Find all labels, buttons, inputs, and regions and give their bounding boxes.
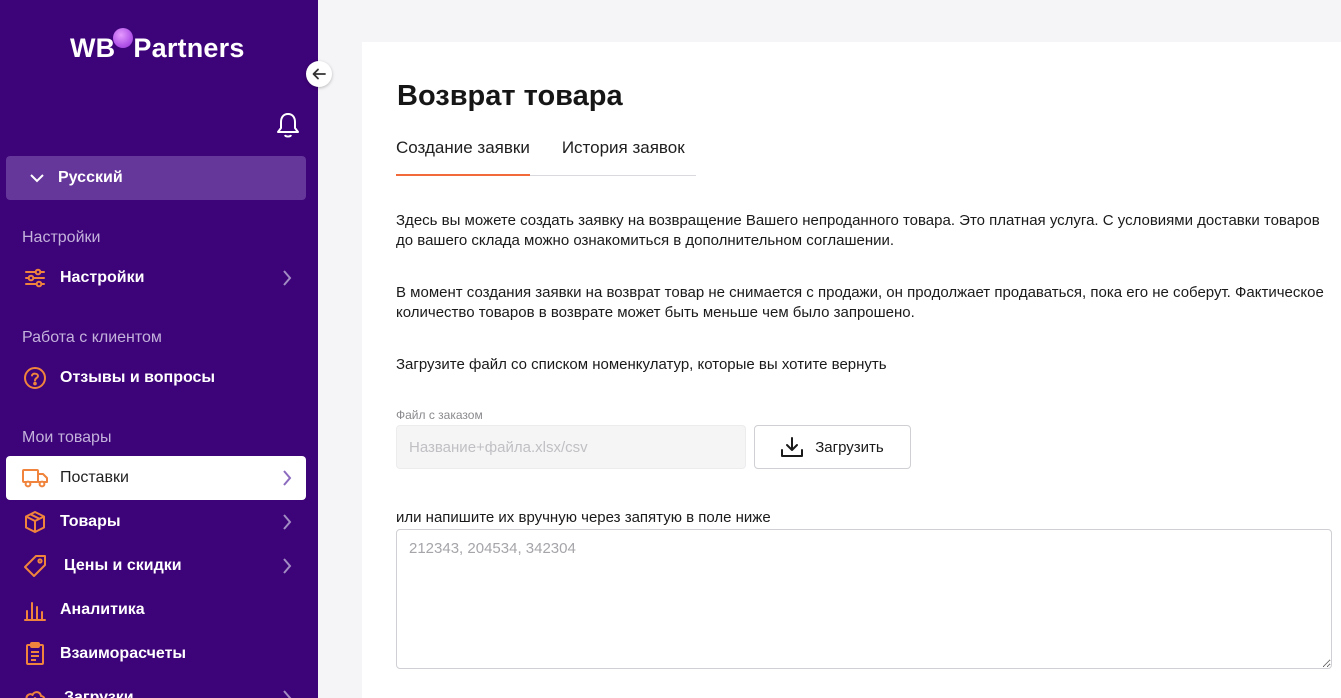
chevron-right-icon [283, 690, 292, 698]
collapse-sidebar-button[interactable] [306, 61, 332, 87]
section-title-settings: Настройки [22, 229, 101, 246]
tab-create-request[interactable]: Создание заявки [396, 136, 530, 176]
language-label: Русский [58, 169, 123, 186]
main-panel: Возврат товара Создание заявки История з… [362, 42, 1341, 698]
upload-instruction: Загрузите файл со списком номенкулатур, … [396, 356, 887, 373]
chevron-right-icon [283, 470, 292, 486]
sidebar-item-uploads[interactable]: Загрузки [6, 676, 306, 698]
tabs: Создание заявки История заявок [396, 136, 696, 176]
sidebar-item-label: Товары [60, 513, 121, 530]
upload-button-label: Загрузить [815, 438, 884, 456]
sidebar-item-analytics[interactable]: Аналитика [6, 588, 306, 632]
sidebar-item-settings[interactable]: Настройки [6, 256, 306, 300]
manual-entry-textarea[interactable] [396, 529, 1332, 669]
sidebar-item-supplies[interactable]: Поставки [6, 456, 306, 500]
section-title-client-work: Работа с клиентом [22, 329, 162, 346]
chevron-down-icon [30, 173, 44, 182]
question-circle-icon [22, 365, 48, 391]
box-icon [22, 509, 48, 535]
sidebar-item-label: Поставки [60, 469, 129, 486]
sidebar-item-label: Аналитика [60, 601, 145, 618]
logo-dot-icon [113, 28, 134, 48]
chevron-right-icon [283, 558, 292, 574]
intro-paragraph: Здесь вы можете создать заявку на возвра… [396, 212, 1320, 249]
upload-button[interactable]: Загрузить [754, 425, 911, 469]
page-title: Возврат товара [397, 80, 623, 112]
truck-icon [22, 465, 48, 491]
wb-partners-logo[interactable]: WB Partners [70, 28, 245, 66]
arrow-left-icon [312, 68, 326, 80]
bell-icon[interactable] [275, 111, 301, 139]
clipboard-icon [22, 641, 48, 667]
sidebar-item-goods[interactable]: Товары [6, 500, 306, 544]
price-tag-icon [22, 553, 48, 579]
logo-wb-text: WB [70, 32, 116, 63]
sliders-icon [22, 265, 48, 291]
tab-request-history[interactable]: История заявок [562, 136, 685, 176]
sidebar-item-prices[interactable]: Цены и скидки [6, 544, 306, 588]
sidebar-item-label: Цены и скидки [64, 557, 182, 574]
sidebar-item-label: Загрузки [64, 689, 134, 698]
logo-partners-text: Partners [133, 32, 245, 63]
language-selector[interactable]: Русский [6, 156, 306, 200]
manual-entry-label: или напишите их вручную через запятую в … [396, 509, 771, 526]
file-name-input[interactable] [396, 425, 746, 469]
sidebar-item-label: Отзывы и вопросы [60, 369, 216, 386]
notice-paragraph: В момент создания заявки на возврат това… [396, 284, 1324, 321]
sidebar: WB Partners Русский Настройки Настройки … [0, 0, 318, 698]
sidebar-item-reviews[interactable]: Отзывы и вопросы [6, 356, 306, 400]
file-field-label: Файл с заказом [396, 408, 483, 422]
chevron-right-icon [283, 270, 292, 286]
section-title-my-goods: Мои товары [22, 429, 112, 446]
sidebar-item-label: Настройки [60, 269, 145, 286]
download-icon [781, 437, 804, 457]
cloud-icon [22, 685, 48, 698]
sidebar-item-label: Взаиморасчеты [60, 645, 187, 662]
sidebar-item-settlements[interactable]: Взаиморасчеты [6, 632, 306, 676]
chevron-right-icon [283, 514, 292, 530]
bar-chart-icon [22, 597, 48, 623]
